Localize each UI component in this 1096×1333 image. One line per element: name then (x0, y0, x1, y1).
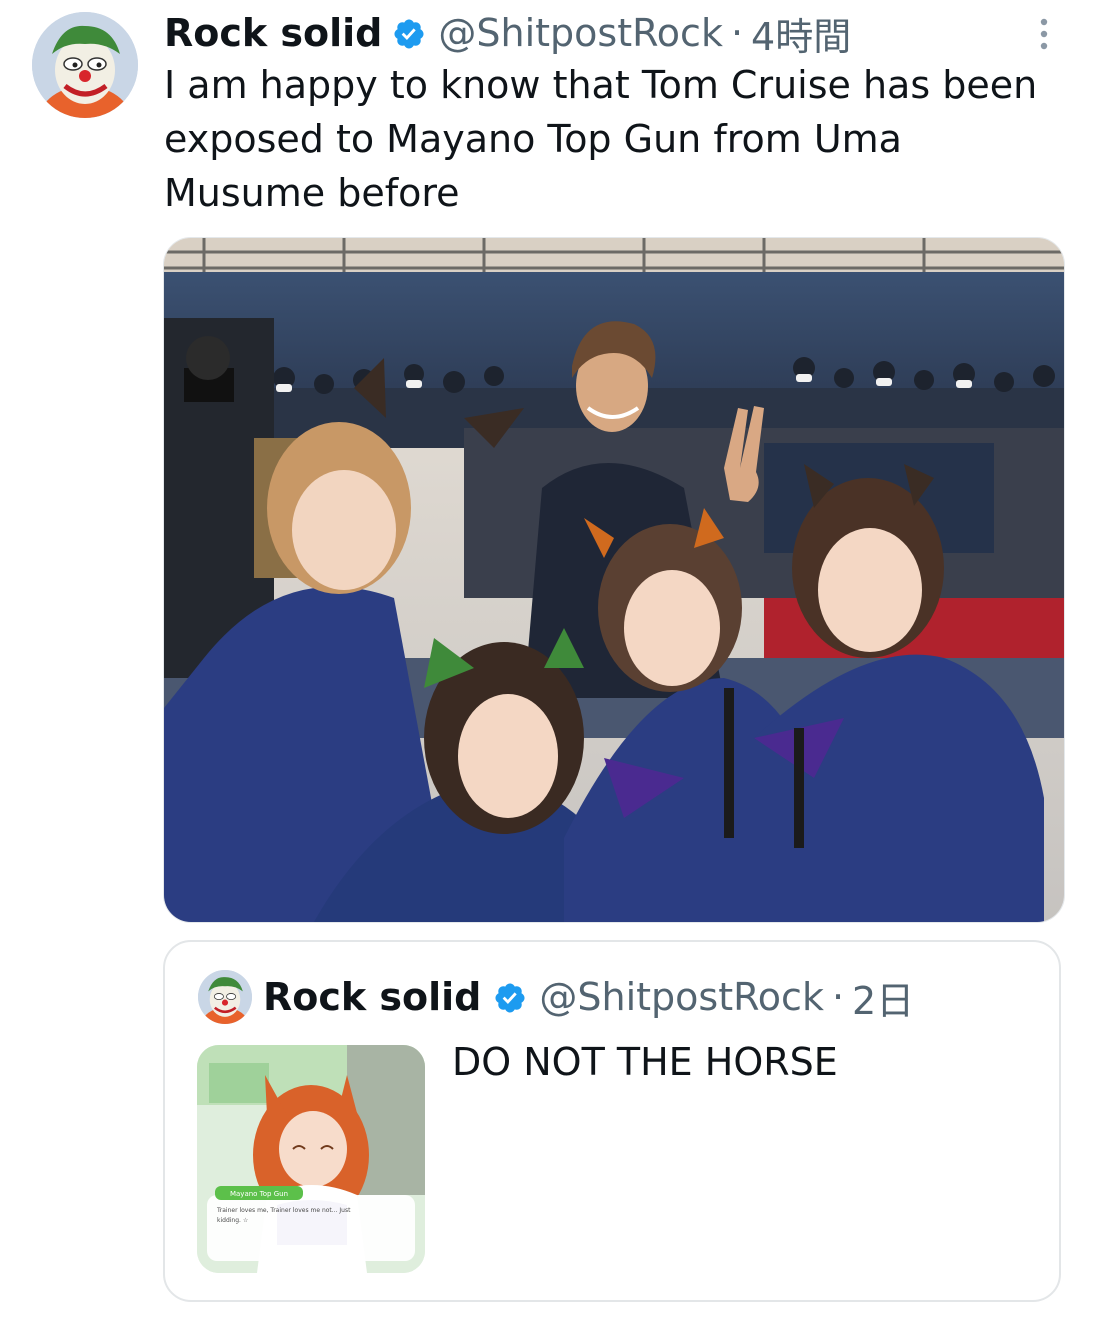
quoted-tweet-text: DO NOT THE HORSE (452, 1040, 838, 1084)
tweet-timestamp[interactable]: 4時間 (751, 6, 851, 61)
quoted-avatar-image (198, 970, 252, 1024)
verified-badge-icon (392, 16, 426, 50)
verified-badge-icon (493, 980, 527, 1014)
separator-dot: · (730, 11, 744, 55)
quoted-author-name[interactable]: Rock solid (263, 975, 481, 1019)
game-screenshot-image: Mayano Top Gun Trainer loves me, Trainer… (197, 1045, 425, 1273)
quoted-timestamp[interactable]: 2日 (852, 970, 914, 1025)
dialog-line-2: kidding. ☆ (217, 1217, 248, 1224)
quoted-author-handle[interactable]: @ShitpostRock (539, 975, 824, 1019)
tweet-photo[interactable] (163, 237, 1065, 923)
dialog-line-1: Trainer loves me, Trainer loves me not..… (216, 1207, 351, 1214)
author-avatar[interactable] (32, 12, 138, 118)
separator-dot: · (831, 975, 845, 1019)
quoted-header: Rock solid @ShitpostRock · 2日 (263, 970, 914, 1025)
dialog-name-text: Mayano Top Gun (230, 1190, 288, 1198)
tweet[interactable]: Rock solid @ShitpostRock · 4時間 I am happ… (0, 0, 1096, 1333)
author-name[interactable]: Rock solid (164, 11, 382, 55)
tweet-header: Rock solid @ShitpostRock · 4時間 (164, 6, 1036, 61)
event-photo-image (164, 238, 1064, 922)
quoted-author-avatar[interactable] (198, 970, 252, 1024)
author-handle[interactable]: @ShitpostRock (438, 11, 723, 55)
quoted-thumbnail[interactable]: Mayano Top Gun Trainer loves me, Trainer… (197, 1045, 425, 1273)
quoted-tweet[interactable]: Rock solid @ShitpostRock · 2日 Mayano Top… (163, 940, 1061, 1302)
avatar-image (32, 12, 138, 118)
tweet-text: I am happy to know that Tom Cruise has b… (164, 63, 1038, 215)
more-vertical-icon[interactable] (1032, 16, 1056, 52)
